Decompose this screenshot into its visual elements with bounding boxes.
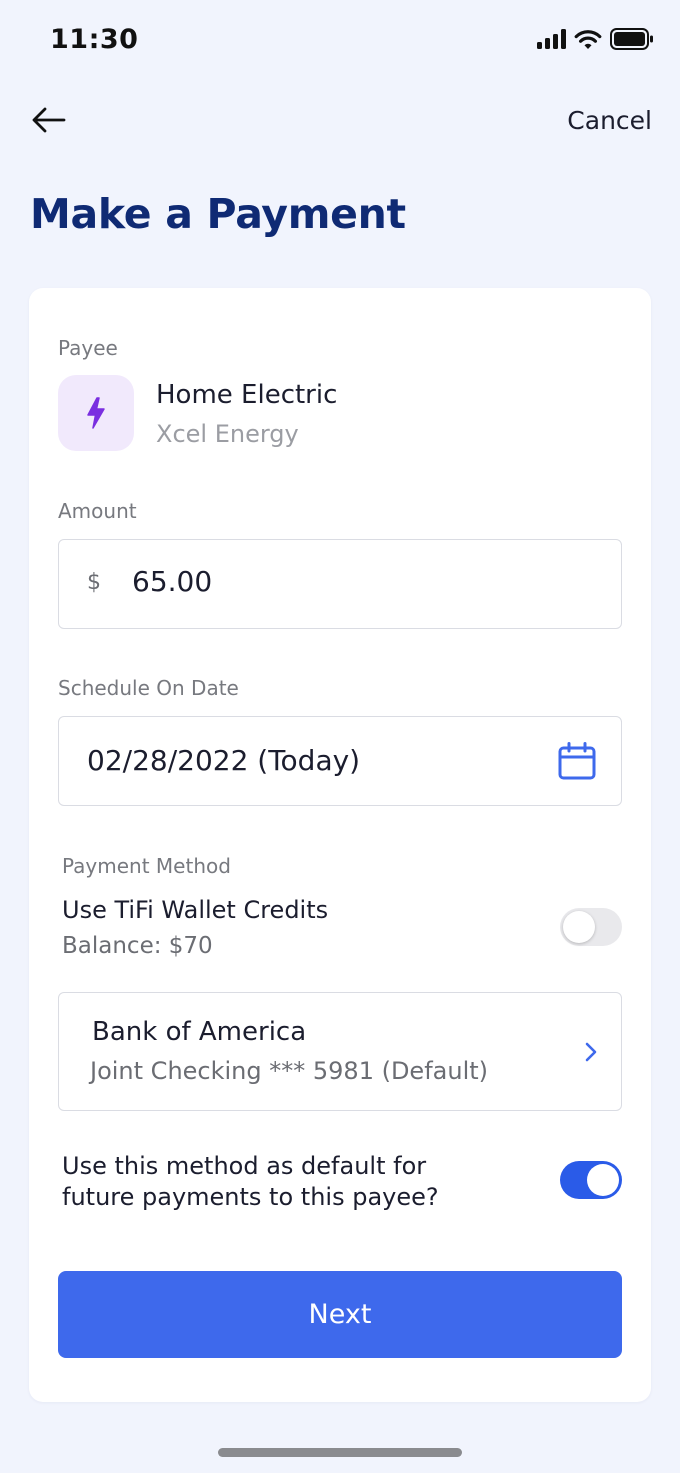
status-bar: 11:30 (0, 0, 680, 82)
cancel-button[interactable]: Cancel (567, 106, 652, 135)
status-time: 11:30 (50, 24, 139, 55)
status-icons (537, 28, 654, 50)
amount-input[interactable]: $ 65.00 (58, 539, 622, 629)
wallet-balance: Balance: $70 (62, 933, 213, 959)
battery-icon (610, 28, 653, 50)
schedule-date-value: 02/28/2022 (Today) (87, 744, 361, 777)
default-method-toggle[interactable] (560, 1161, 622, 1199)
payee-name: Home Electric (156, 380, 338, 410)
wallet-credits-title: Use TiFi Wallet Credits (62, 896, 329, 924)
calendar-icon[interactable] (557, 741, 597, 781)
signal-icon (537, 29, 566, 49)
amount-value: 65.00 (132, 565, 213, 598)
payment-form-card: Payee Home Electric Xcel Energy Amount $… (29, 288, 651, 1402)
bank-account-selector[interactable]: Bank of America Joint Checking *** 5981 … (58, 992, 622, 1111)
payee-company: Xcel Energy (156, 420, 299, 448)
nav-bar: Cancel (0, 92, 680, 152)
amount-label: Amount (58, 499, 137, 523)
wifi-icon (574, 30, 602, 49)
arrow-left-icon (32, 107, 66, 133)
toggle-knob (587, 1164, 619, 1196)
payee-avatar (58, 375, 134, 451)
chevron-right-icon (585, 1042, 597, 1062)
bank-account-details: Joint Checking *** 5981 (Default) (90, 1057, 489, 1085)
bank-name: Bank of America (92, 1017, 307, 1047)
lightning-bolt-icon (87, 397, 105, 429)
home-indicator (218, 1448, 462, 1457)
next-button[interactable]: Next (58, 1271, 622, 1358)
toggle-knob (563, 911, 595, 943)
payee-label: Payee (58, 336, 118, 360)
currency-symbol: $ (87, 570, 101, 595)
wallet-credits-toggle[interactable] (560, 908, 622, 946)
schedule-date-field[interactable]: 02/28/2022 (Today) (58, 716, 622, 806)
default-method-question: Use this method as default for future pa… (62, 1152, 439, 1211)
payment-method-label: Payment Method (62, 854, 231, 878)
schedule-date-label: Schedule On Date (58, 676, 239, 700)
back-button[interactable] (26, 100, 70, 140)
page-title: Make a Payment (30, 190, 406, 238)
